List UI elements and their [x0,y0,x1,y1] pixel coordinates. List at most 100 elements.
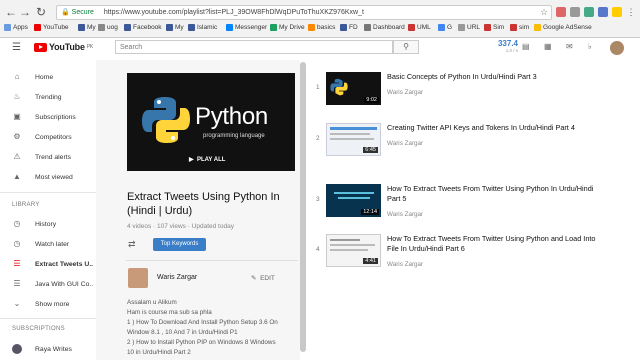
playlist-description: Assalam u Alikum Ham is course ma sub sa… [127,299,278,356]
video-title[interactable]: How To Extract Tweets From Twitter Using… [387,184,607,204]
thumb-subtitle: programming language [203,133,265,139]
video-channel[interactable]: Waris Zargar [387,140,423,147]
extension-icon[interactable] [556,7,566,17]
duration-badge: 6:45 [363,147,378,153]
bookmark[interactable]: uog [98,24,118,31]
bookmark[interactable]: URL [458,24,480,31]
flame-icon: ♨ [13,92,21,101]
upload-icon[interactable]: ▤ [522,42,530,51]
forward-icon[interactable]: → [18,5,32,19]
extension-icon[interactable] [584,7,594,17]
sidebar-item-trend-alerts[interactable]: ⚠ Trend alerts [0,148,96,166]
bookmark[interactable]: Apps [4,24,28,31]
sidebar-item-trending[interactable]: ♨ Trending [0,88,96,106]
list-item[interactable]: 1 9:02 Basic Concepts of Python In Urdu/… [310,60,610,106]
alert-icon: ⚠ [13,152,21,161]
search-button[interactable]: ⚲ [393,40,419,54]
bookmark[interactable]: FD [340,24,358,31]
youtube-header: ☰ YouTube PK Search ⚲ 337.4 1.0 / s ▤ ▦ … [0,38,640,58]
bookmark[interactable]: Islamic [188,24,217,31]
video-channel[interactable]: Waris Zargar [387,211,423,218]
video-title[interactable]: Basic Concepts of Python In Urdu/Hindi P… [387,72,607,82]
shuffle-icon[interactable]: ⇄ [128,239,136,250]
bookmark[interactable]: sim [510,24,529,31]
divider [126,260,298,261]
list-item[interactable]: 4 4:41 How To Extract Tweets From Twitte… [310,222,610,268]
reload-icon[interactable]: ↻ [34,5,48,19]
sidebar-item-history[interactable]: ◷ History [0,215,96,233]
subscriptions-icon: ▣ [13,112,21,121]
playlist-meta: 4 videos · 107 views · Updated today [127,223,234,230]
url-text: https://www.youtube.com/playlist?list=PL… [103,9,364,16]
bookmark[interactable]: Sim [484,24,504,31]
chevron-down-icon: ⌄ [13,299,21,308]
library-heading: LIBRARY [12,202,40,208]
playlist-icon: ☰ [13,279,21,288]
playlist-thumbnail[interactable]: Python programming language ▶ PLAY ALL [127,73,295,171]
notifications-icon[interactable]: ♭ [588,42,592,51]
star-icon[interactable]: ☆ [540,7,550,17]
bookmark[interactable]: Google AdSense [534,24,592,31]
back-icon[interactable]: ← [4,5,18,19]
edit-button[interactable]: ✎ EDIT [251,274,275,282]
top-keywords-button[interactable]: Top Keywords [153,238,206,251]
bookmark[interactable]: YouTube [34,24,69,31]
sidebar-item-subscription[interactable]: Raya Writes [0,340,96,358]
list-item[interactable]: 2 6:45 Creating Twitter API Keys and Tok… [310,111,610,157]
list-item[interactable]: 3 12:14 How To Extract Tweets From Twitt… [310,172,610,218]
gear-icon: ⚙ [13,132,21,141]
bookmark[interactable]: My Drive [270,24,305,31]
bookmarks-bar: Apps YouTube My uog Facebook My Islamic … [0,21,640,36]
bookmark[interactable]: Dashboard [364,24,405,31]
video-thumbnail[interactable]: 6:45 [326,123,381,156]
header-counter: 337.4 1.0 / s [497,39,518,53]
search-input[interactable]: Search [115,40,393,54]
video-thumbnail[interactable]: 12:14 [326,184,381,217]
sidebar-item-home[interactable]: ⌂ Home [0,68,96,86]
bookmark[interactable]: My [78,24,96,31]
sidebar: ⌂ Home ♨ Trending ▣ Subscriptions ⚙ Competit… [0,60,96,360]
video-thumbnail[interactable]: 9:02 [326,72,381,105]
video-thumbnail[interactable]: 4:41 [326,234,381,267]
scrollbar-thumb[interactable] [300,62,306,352]
sidebar-item-subscriptions[interactable]: ▣ Subscriptions [0,108,96,126]
extension-icon[interactable] [598,7,608,17]
chart-icon: ▲ [13,172,21,181]
sidebar-item-extract-tweets[interactable]: ☰ Extract Tweets U... [0,255,96,273]
extension-icon[interactable] [570,7,580,17]
hamburger-icon[interactable]: ☰ [12,42,21,53]
play-icon: ▶ [189,157,194,163]
messages-icon[interactable]: ✉ [566,42,573,51]
play-all-button[interactable]: ▶ PLAY ALL [189,156,225,163]
author-avatar[interactable] [128,268,148,288]
avatar[interactable] [610,41,624,55]
sidebar-item-watch-later[interactable]: ◷ Watch later [0,235,96,253]
extension-icon[interactable] [612,7,622,17]
pencil-icon: ✎ [251,275,257,282]
address-bar[interactable]: 🔒 Secure https://www.youtube.com/playlis… [56,5,552,20]
bookmark[interactable]: Facebook [124,24,162,31]
sidebar-item-java-gui[interactable]: ☰ Java With GUI Co... [0,275,96,293]
youtube-logo[interactable]: YouTube PK [34,42,93,52]
divider [0,318,96,319]
bookmark[interactable]: basics [308,24,335,31]
duration-badge: 4:41 [363,258,378,264]
apps-icon[interactable]: ▦ [544,42,552,51]
bookmark[interactable]: UML [408,24,431,31]
video-title[interactable]: How To Extract Tweets From Twitter Using… [387,234,607,254]
sidebar-item-competitors[interactable]: ⚙ Competitors [0,128,96,146]
author-name[interactable]: Waris Zargar [157,274,197,281]
bookmark[interactable]: G [438,24,452,31]
sidebar-item-most-viewed[interactable]: ▲ Most viewed [0,168,96,186]
secure-label: Secure [71,9,94,16]
sidebar-item-show-more[interactable]: ⌄ Show more [0,295,96,313]
video-title[interactable]: Creating Twitter API Keys and Tokens In … [387,123,607,133]
video-channel[interactable]: Waris Zargar [387,261,423,268]
bookmark[interactable]: Messenger [226,24,267,31]
bookmark[interactable]: My [166,24,184,31]
video-channel[interactable]: Waris Zargar [387,89,423,96]
divider [0,192,96,193]
scrollbar[interactable] [300,60,306,360]
clock-icon: ◷ [13,239,21,248]
menu-dots-icon[interactable]: ⋮ [626,7,636,17]
